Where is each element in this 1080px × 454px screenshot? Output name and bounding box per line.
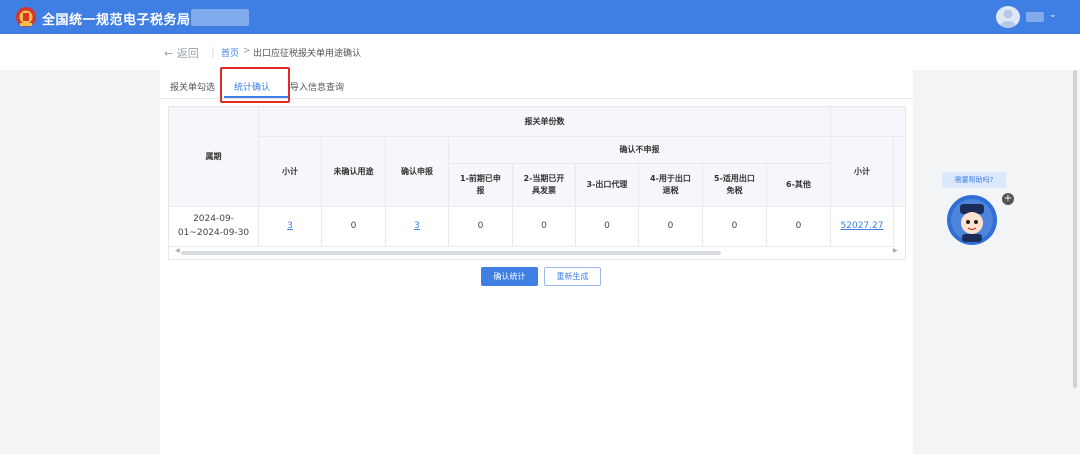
- header-c5-line2: 免税: [726, 186, 743, 195]
- cell-period-line1: 2024-09-: [193, 214, 234, 225]
- help-bubble[interactable]: 需要帮助吗?: [942, 172, 1006, 188]
- more-columns-icon: ⋮: [902, 165, 905, 175]
- header-c5: 5-适用出口 免税: [703, 164, 767, 207]
- confirm-declare-link[interactable]: 3: [414, 220, 420, 233]
- header-c1-line2: 报: [476, 186, 485, 195]
- header-period: 属期: [169, 107, 259, 207]
- breadcrumb-separator: >: [243, 46, 251, 56]
- header-c4-line1: 4-用于出口: [650, 174, 691, 184]
- header-c4: 4-用于出口 退税: [639, 164, 703, 207]
- redacted-region: [191, 9, 249, 26]
- regenerate-button[interactable]: 重新生成: [544, 267, 601, 286]
- amount-link[interactable]: 52027.27: [841, 220, 884, 233]
- cell-c5: 0: [703, 207, 767, 247]
- cell-amount: 52027.27: [831, 207, 894, 247]
- tab-customs-selection[interactable]: 报关单勾选: [170, 80, 215, 93]
- subtotal-link[interactable]: 3: [287, 220, 293, 233]
- header-blank: [831, 107, 905, 137]
- back-button[interactable]: ← 返回: [164, 45, 199, 61]
- cell-period: 2024-09- 01~2024-09-30: [169, 207, 259, 247]
- top-header: 全国统一规范电子税务局 ⌄: [0, 0, 1080, 34]
- header-subtotal: 小计: [259, 137, 322, 207]
- confirm-statistics-button[interactable]: 确认统计: [481, 267, 538, 286]
- header-c2: 2-当期已开 具发票: [513, 164, 576, 207]
- cell-subtotal: 3: [259, 207, 322, 247]
- header-confirm-declare: 确认申报: [386, 137, 449, 207]
- scroll-right-arrow-icon[interactable]: ▶: [893, 247, 898, 254]
- scroll-left-arrow-icon[interactable]: ◀: [175, 247, 180, 254]
- header-c1: 1-前期已申 报: [449, 164, 513, 207]
- breadcrumb: ← 返回 | 首页 > 出口应征税报关单用途确认: [0, 34, 1080, 70]
- header-unconfirmed: 未确认用途: [322, 137, 386, 207]
- chevron-down-icon[interactable]: ⌄: [1049, 10, 1057, 20]
- header-subtotal-2: 小计: [831, 137, 894, 207]
- horizontal-scrollbar[interactable]: [181, 251, 721, 255]
- plus-icon[interactable]: +: [1002, 193, 1014, 205]
- cell-confirm-declare: 3: [386, 207, 449, 247]
- cell-c4: 0: [639, 207, 703, 247]
- page-scrollbar[interactable]: [1073, 70, 1077, 388]
- header-c2-line1: 2-当期已开: [523, 174, 565, 184]
- breadcrumb-home-link[interactable]: 首页: [221, 46, 239, 59]
- header-c2-line2: 具发票: [532, 186, 556, 195]
- tab-import-query[interactable]: 导入信息查询: [290, 80, 344, 93]
- header-c4-line2: 退税: [662, 186, 679, 195]
- cell-c3: 0: [576, 207, 639, 247]
- header-confirm-not-declare: 确认不申报: [449, 137, 831, 164]
- breadcrumb-current: 出口应征税报关单用途确认: [253, 49, 362, 59]
- app-title: 全国统一规范电子税务局: [42, 13, 191, 28]
- header-c3: 3-出口代理: [576, 164, 639, 207]
- cell-c2: 0: [513, 207, 576, 247]
- user-name[interactable]: [1026, 12, 1044, 22]
- header-c1-line1: 1-前期已申: [460, 174, 501, 184]
- breadcrumb-divider: |: [211, 45, 215, 58]
- header-c6: 6-其他: [767, 164, 831, 207]
- header-customs-count: 报关单份数: [259, 107, 831, 137]
- cell-c1: 0: [449, 207, 513, 247]
- cell-period-line2: 01~2024-09-30: [177, 227, 250, 238]
- header-c5-line1: 5-适用出口: [714, 174, 755, 184]
- statistics-table: 属期 报关单份数 小计 未确认用途 确认申报 确认不申报 小计 1-前期已申 报…: [168, 106, 906, 260]
- emblem-icon: [16, 7, 36, 27]
- user-avatar-icon[interactable]: [996, 6, 1020, 28]
- cell-c6: 0: [767, 207, 831, 247]
- annotation-highlight-box: [220, 67, 290, 103]
- assistant-icon[interactable]: [946, 194, 998, 246]
- cell-unconfirmed: 0: [322, 207, 386, 247]
